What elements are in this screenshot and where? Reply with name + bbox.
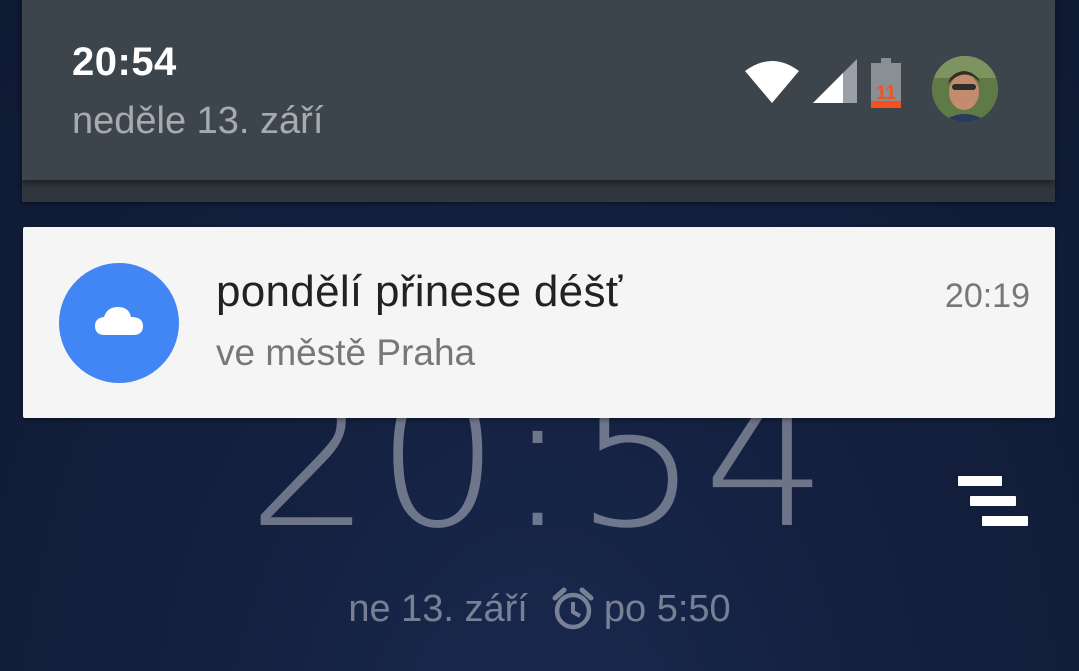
notification-app-icon [59,263,179,383]
battery-level: 11 [875,83,897,104]
lockscreen-info-row: ne 13. září po 5:50 [0,586,1079,632]
wifi-icon [745,59,799,108]
shade-date[interactable]: neděle 13. září [72,100,323,143]
notification-stack-icon[interactable] [956,476,1030,530]
next-alarm-time: po 5:50 [603,587,731,630]
battery-icon: 11 [871,58,901,108]
alarm-clock-icon [550,586,596,632]
weather-notification[interactable]: pondělí přinese déšť ve městě Praha 20:1… [23,227,1055,418]
notification-time: 20:19 [944,277,1030,315]
notification-title: pondělí přinese déšť [216,267,623,316]
shade-shelf [22,178,1055,202]
notification-text: ve městě Praha [216,332,476,373]
status-icons: 11 [745,58,901,108]
cell-signal-icon [813,58,857,108]
shade-time: 20:54 [72,40,177,84]
next-alarm: po 5:50 [550,586,731,632]
cloud-icon [93,305,145,342]
lockscreen-date: ne 13. září [348,587,528,630]
user-avatar[interactable] [932,56,998,122]
